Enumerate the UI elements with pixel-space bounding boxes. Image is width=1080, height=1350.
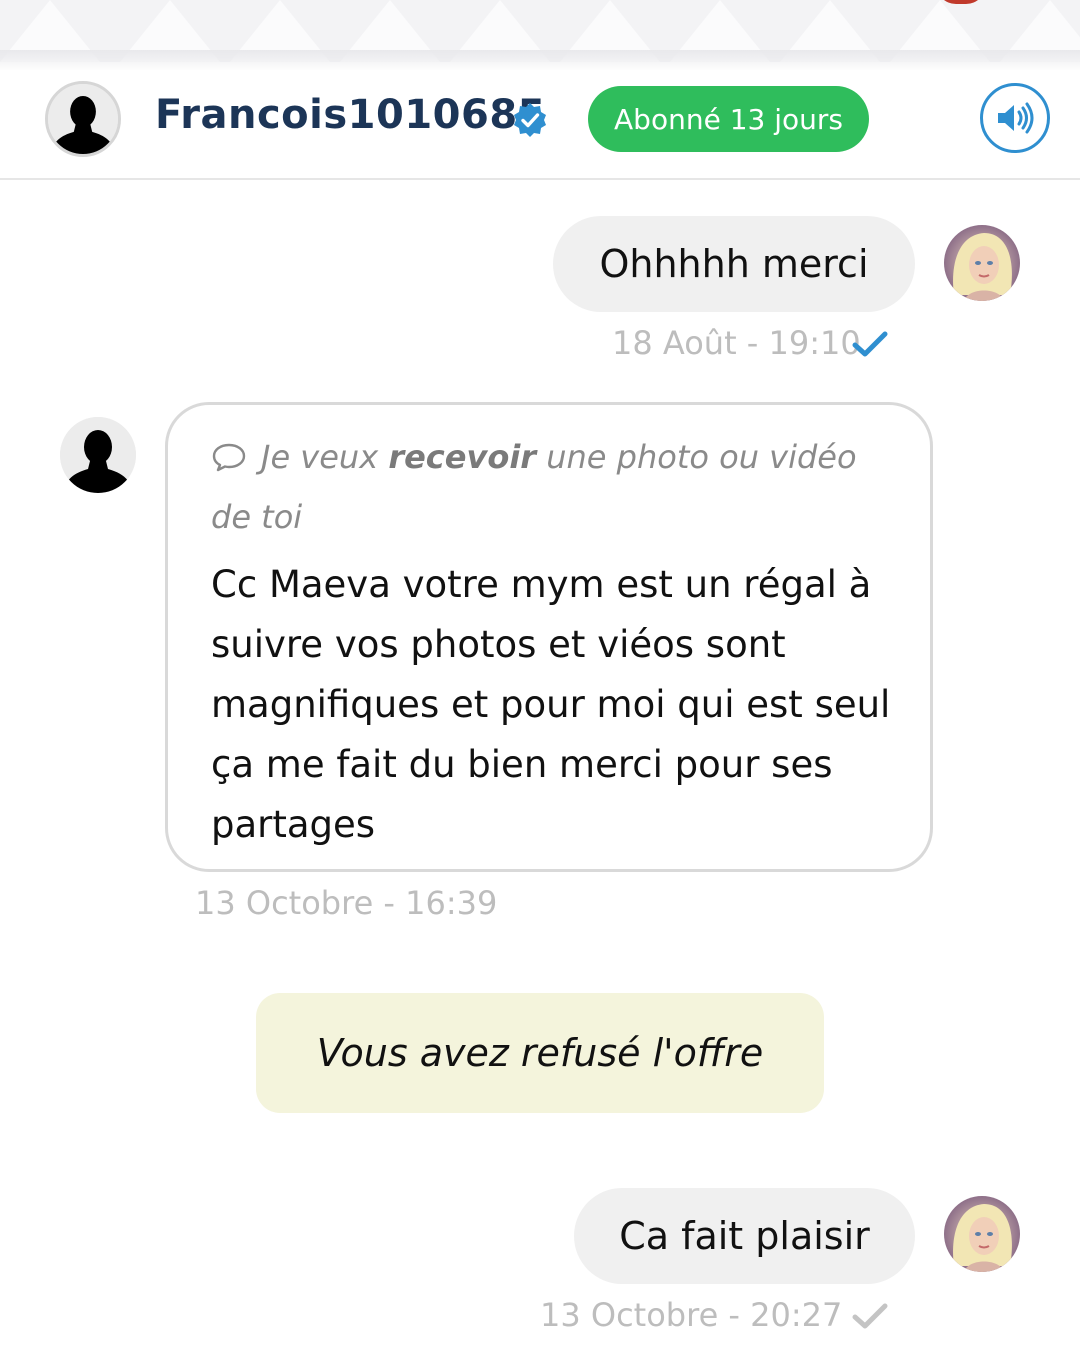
message-timestamp: 13 Octobre - 20:27 [540, 1296, 843, 1334]
message-timestamp: 13 Octobre - 16:39 [195, 884, 498, 922]
message-text: Ca fait plaisir [619, 1214, 870, 1258]
notice-text: Vous avez refusé l'offre [316, 1031, 764, 1075]
read-check-icon [852, 331, 888, 357]
user-silhouette-icon [60, 417, 136, 493]
offer-declined-notice: Vous avez refusé l'offre [256, 993, 824, 1113]
chat-header: Francois1010685 Abonné 13 jours [0, 70, 1080, 180]
outgoing-message[interactable]: Ca fait plaisir [574, 1188, 915, 1284]
subscription-badge: Abonné 13 jours [588, 86, 869, 152]
request-prefix: Je veux [261, 438, 389, 476]
my-avatar[interactable] [944, 225, 1020, 301]
sent-check-icon [852, 1303, 888, 1329]
user-silhouette-icon [48, 84, 118, 154]
my-avatar[interactable] [944, 1196, 1020, 1272]
contact-avatar[interactable] [45, 81, 121, 157]
contact-username[interactable]: Francois1010685 [155, 92, 546, 138]
profile-photo [944, 225, 1020, 301]
outgoing-message[interactable]: Ohhhhh merci [553, 216, 915, 312]
message-text: Cc Maeva votre mym est un régal à suivre… [211, 563, 891, 846]
speaker-icon [998, 102, 1034, 134]
sender-avatar[interactable] [60, 417, 136, 493]
verified-check-icon [514, 103, 546, 137]
media-request-message[interactable]: Je veux recevoir une photo ou vidéo de t… [165, 402, 933, 872]
request-label: Je veux recevoir une photo ou vidéo de t… [211, 427, 901, 547]
message-text: Ohhhhh merci [599, 242, 869, 286]
sound-toggle-button[interactable] [980, 83, 1050, 153]
request-bold: recevoir [388, 438, 537, 476]
message-timestamp: 18 Août - 19:10 [612, 324, 861, 362]
profile-photo [944, 1196, 1020, 1272]
header-shadow [0, 50, 1080, 72]
chat-bubble-icon [212, 443, 246, 472]
